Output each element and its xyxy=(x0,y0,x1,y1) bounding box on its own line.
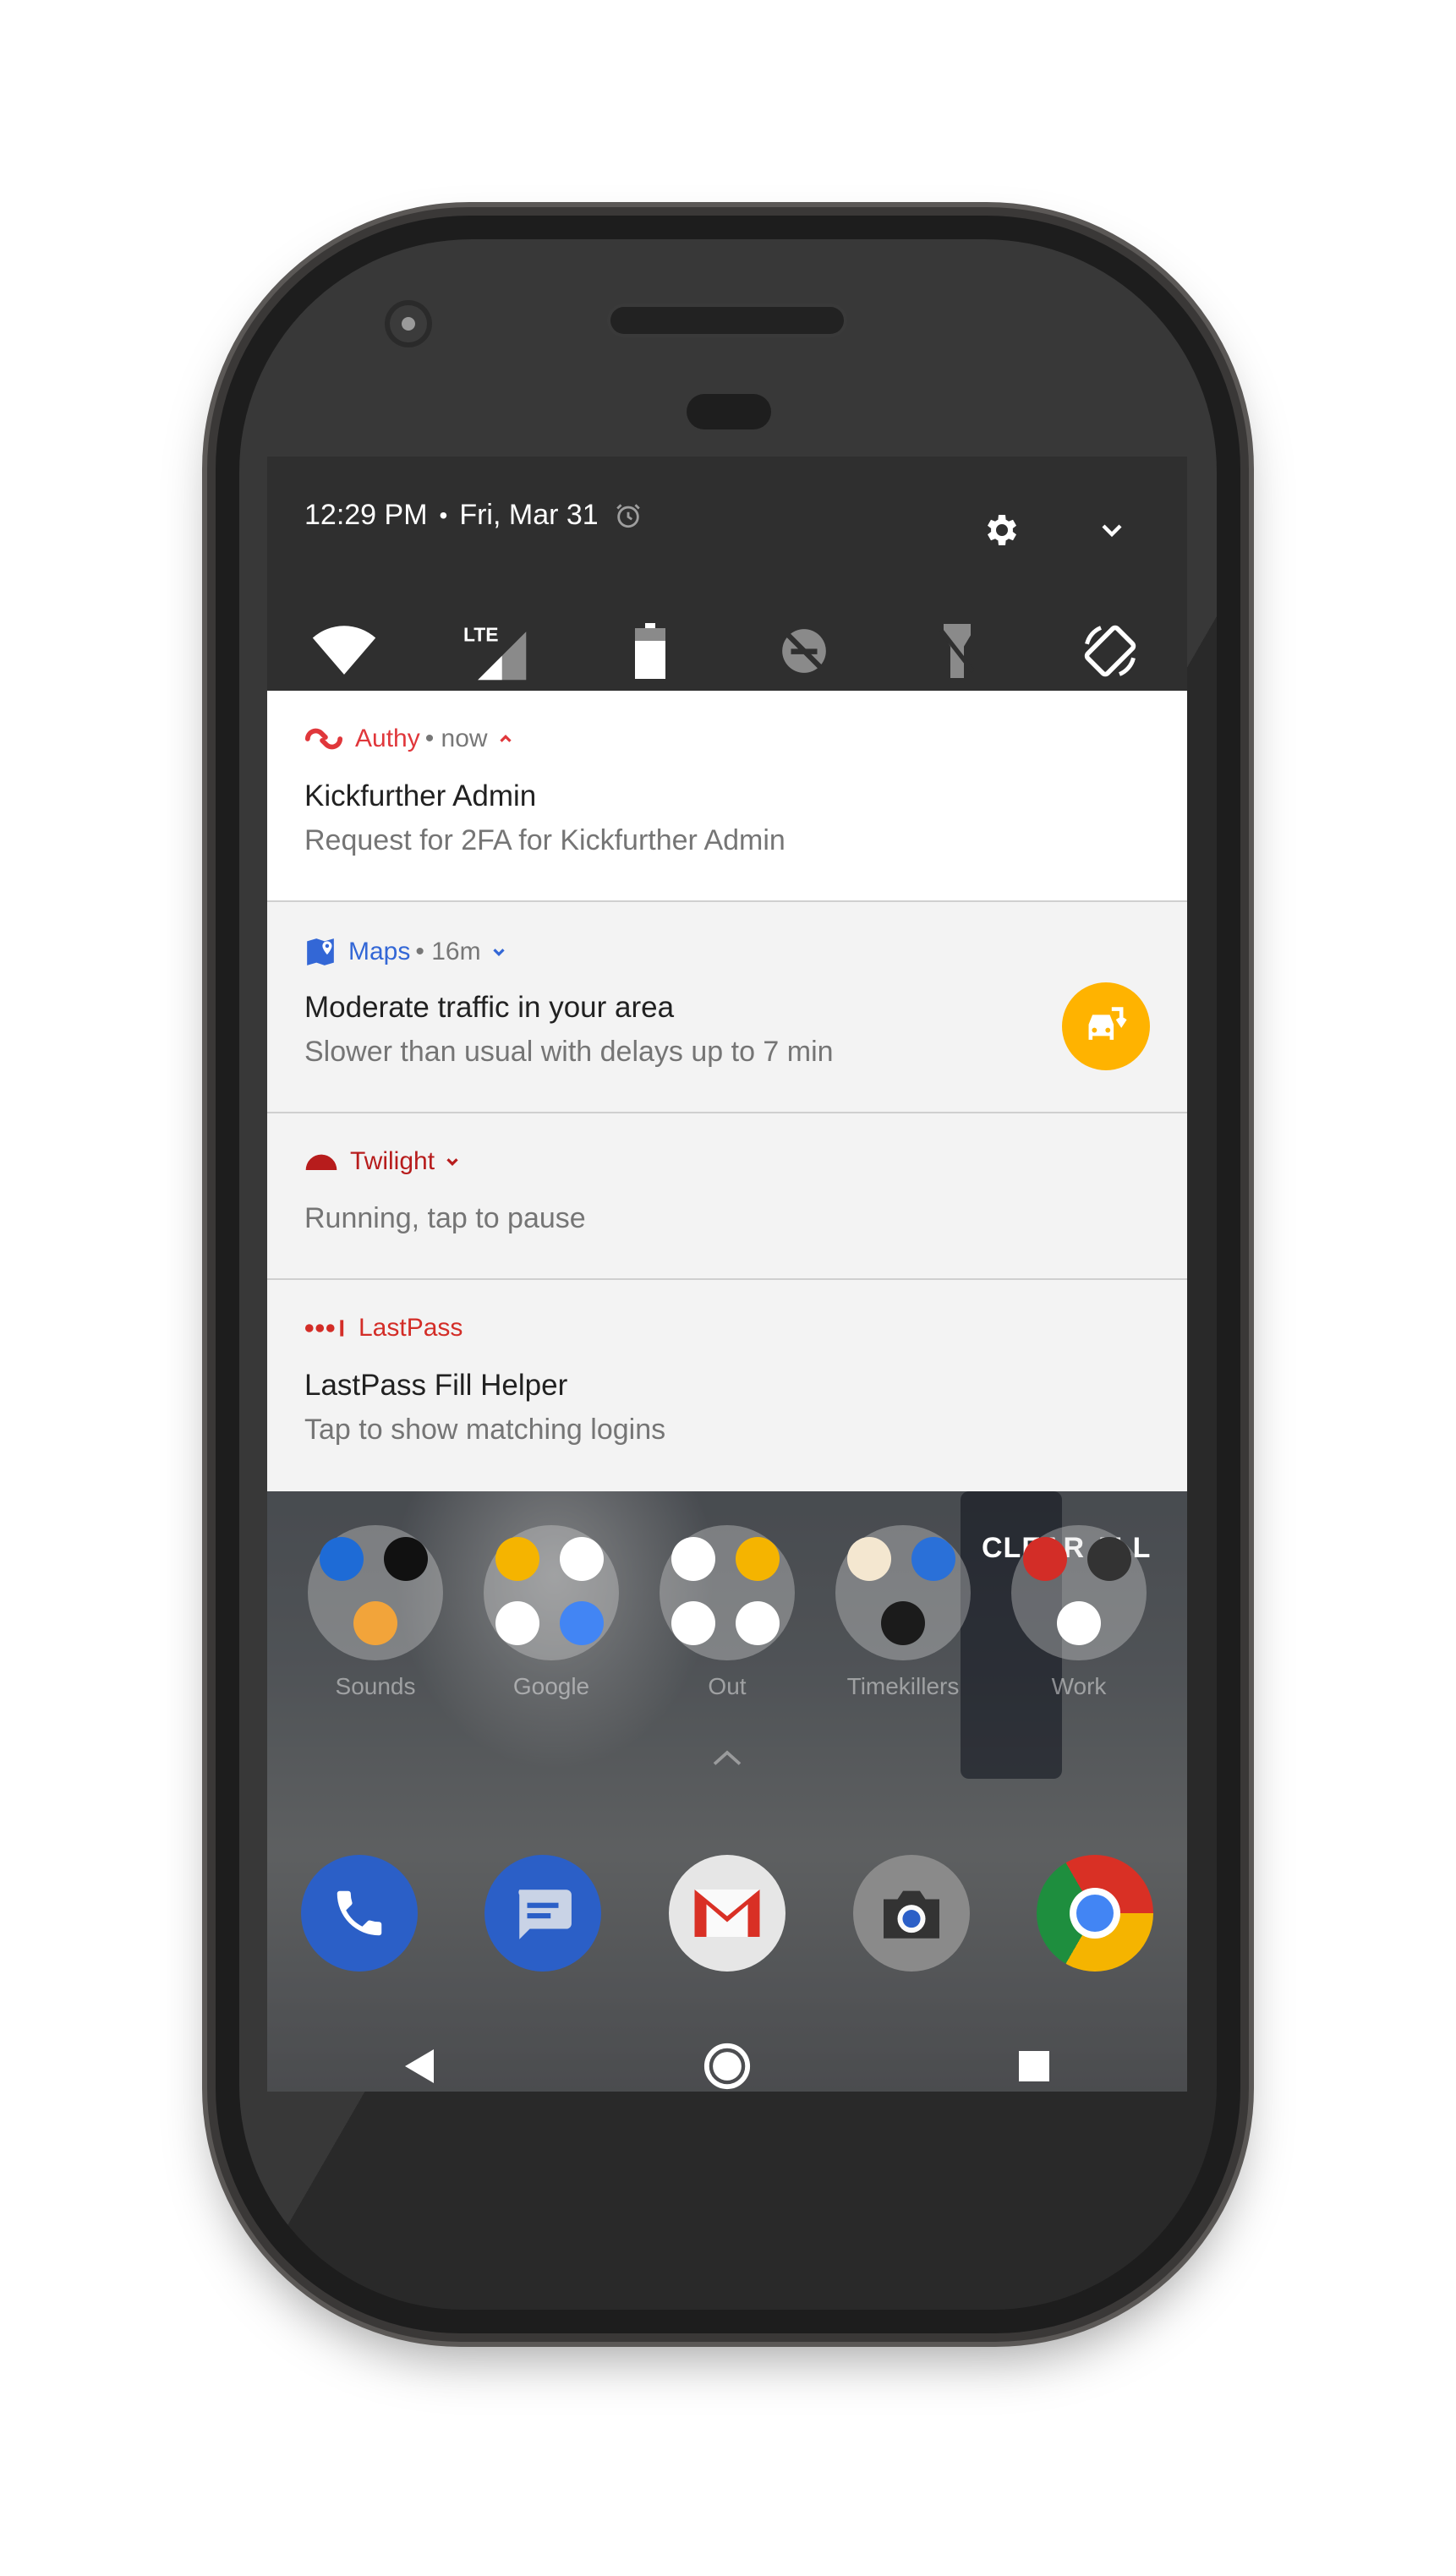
expand-quick-settings-button[interactable] xyxy=(1082,500,1141,560)
notification-maps[interactable]: Maps • 16m Moderate traffic in your area… xyxy=(267,902,1187,1113)
recents-button[interactable] xyxy=(1000,2032,1068,2092)
timestamp: • 16m xyxy=(415,938,481,965)
navigation-bar xyxy=(267,2007,1187,2092)
recents-icon xyxy=(1018,2051,1049,2081)
notification-header: Authy • now xyxy=(304,725,515,753)
folder-google[interactable] xyxy=(484,1525,619,1660)
notification-header: Twilight xyxy=(304,1147,462,1176)
collapse-chevron-icon[interactable] xyxy=(496,730,515,748)
do-not-disturb-tile[interactable] xyxy=(770,617,838,685)
chrome-icon[interactable] xyxy=(1037,1855,1154,1972)
folder-label: Timekillers xyxy=(846,1673,960,1699)
front-camera xyxy=(385,300,432,347)
dock xyxy=(267,1855,1187,1972)
notification-header: LastPass xyxy=(304,1314,463,1343)
expand-chevron-icon[interactable] xyxy=(490,943,508,961)
wifi-icon xyxy=(312,626,375,675)
notification-body: Slower than usual with delays up to 7 mi… xyxy=(304,1036,834,1068)
lastpass-icon xyxy=(304,1320,344,1337)
proximity-sensor xyxy=(687,394,771,429)
auto-rotate-icon xyxy=(1085,625,1136,677)
lte-signal-icon: LTE xyxy=(463,624,527,681)
flashlight-tile[interactable] xyxy=(923,617,991,685)
power-button xyxy=(1240,744,1250,888)
back-button[interactable] xyxy=(386,2032,454,2092)
date: Fri, Mar 31 xyxy=(459,499,599,531)
earpiece-speaker xyxy=(610,307,844,334)
separator: • xyxy=(439,501,448,528)
camera-icon[interactable] xyxy=(852,1855,970,1972)
expand-chevron-icon[interactable] xyxy=(443,1152,462,1171)
alarm-icon xyxy=(614,501,643,530)
folder-label: Out xyxy=(708,1673,747,1699)
home-icon xyxy=(703,2043,751,2090)
svg-text:LTE: LTE xyxy=(463,624,498,646)
car-traffic-icon xyxy=(1088,1007,1127,1040)
folder-work[interactable] xyxy=(1011,1525,1147,1660)
authy-icon xyxy=(304,728,343,750)
quick-settings-panel: 12:29 PM • Fri, Mar 31 LTE xyxy=(267,457,1187,691)
folder-label: Google xyxy=(512,1673,590,1699)
folder-out[interactable] xyxy=(660,1525,795,1660)
notification-body: Tap to show matching logins xyxy=(304,1414,666,1446)
battery-tile[interactable] xyxy=(616,617,684,685)
gmail-icon[interactable] xyxy=(668,1855,785,1972)
twilight-icon xyxy=(305,1154,337,1170)
notification-body: Running, tap to pause xyxy=(304,1202,586,1234)
folder-label: Sounds xyxy=(335,1673,416,1699)
notification-authy[interactable]: Authy • now Kickfurther Admin Request fo… xyxy=(267,691,1187,902)
auto-rotate-tile[interactable] xyxy=(1076,617,1144,685)
notification-title: LastPass Fill Helper xyxy=(304,1369,568,1402)
timestamp: • now xyxy=(424,725,488,752)
app-drawer-caret-icon[interactable] xyxy=(712,1749,742,1766)
chevron-down-icon xyxy=(1102,524,1122,538)
gear-icon xyxy=(988,515,1016,545)
cellular-tile[interactable]: LTE xyxy=(463,617,531,685)
quick-settings-tiles: LTE xyxy=(267,617,1187,685)
folder-label: Work xyxy=(1051,1673,1107,1699)
dnd-off-icon xyxy=(781,629,826,673)
notification-header: Maps • 16m xyxy=(304,936,508,968)
app-name: Twilight xyxy=(350,1147,435,1175)
back-icon xyxy=(405,2049,435,2083)
notification-twilight[interactable]: Twilight Running, tap to pause xyxy=(267,1113,1187,1280)
battery-icon xyxy=(635,623,666,679)
clock: 12:29 PM xyxy=(304,499,428,531)
app-name: Maps xyxy=(348,938,411,965)
settings-button[interactable] xyxy=(972,500,1032,560)
notification-lastpass[interactable]: LastPass LastPass Fill Helper Tap to sho… xyxy=(267,1280,1187,1491)
app-name: Authy xyxy=(355,725,420,752)
status-row: 12:29 PM • Fri, Mar 31 xyxy=(304,499,643,532)
notification-title: Kickfurther Admin xyxy=(304,779,537,812)
wifi-tile[interactable] xyxy=(310,617,378,685)
app-name: LastPass xyxy=(359,1314,463,1342)
phone-icon[interactable] xyxy=(300,1855,418,1972)
home-screen: CLEAR ALL Sounds Google Out Timekillers … xyxy=(267,1491,1187,2092)
screen: 12:29 PM • Fri, Mar 31 LTE Authy • now K… xyxy=(267,457,1187,2092)
folder-sounds[interactable] xyxy=(308,1525,443,1660)
folder-timekillers[interactable] xyxy=(835,1525,971,1660)
home-button[interactable] xyxy=(693,2032,761,2092)
notification-title: Moderate traffic in your area xyxy=(304,991,675,1024)
messages-icon[interactable] xyxy=(484,1855,602,1972)
notification-body: Request for 2FA for Kickfurther Admin xyxy=(304,824,785,856)
flashlight-off-icon xyxy=(939,624,975,678)
volume-button xyxy=(1240,1065,1250,1353)
traffic-action-button[interactable] xyxy=(1062,982,1150,1070)
maps-icon xyxy=(307,938,334,965)
